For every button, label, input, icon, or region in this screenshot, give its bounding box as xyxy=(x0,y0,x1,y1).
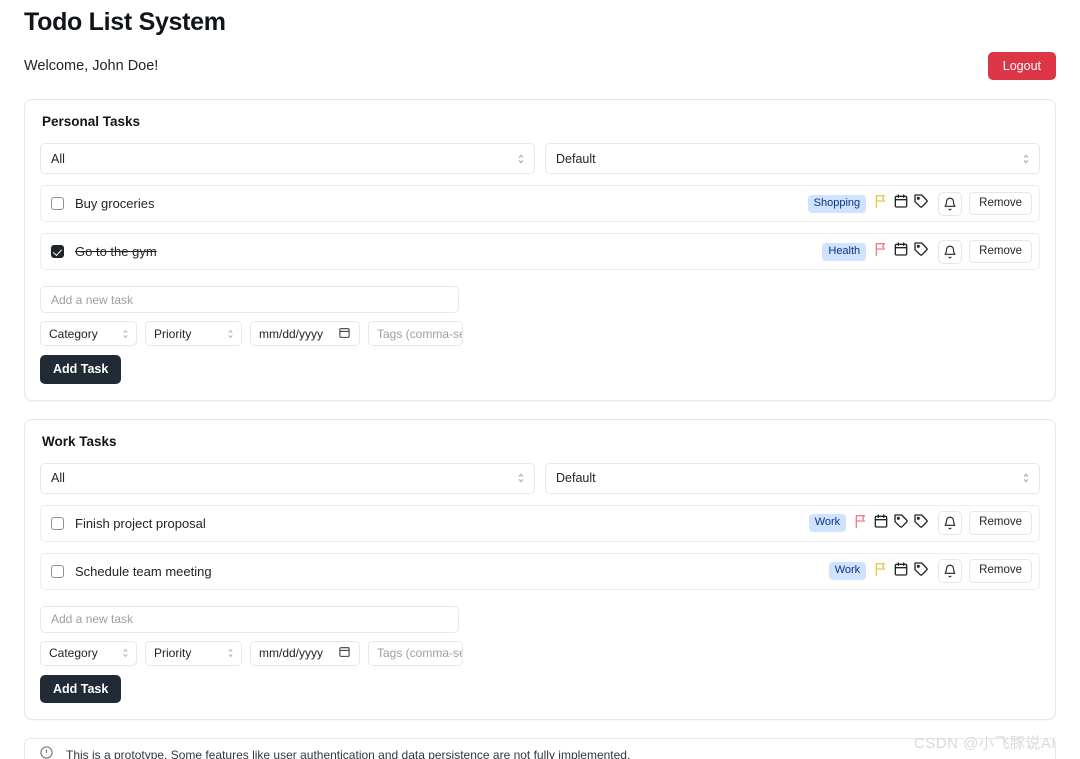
task-label: Go to the gym xyxy=(75,244,157,259)
prototype-notice: This is a prototype. Some features like … xyxy=(24,738,1056,759)
priority-select[interactable]: Priority xyxy=(145,321,242,346)
calendar-icon[interactable] xyxy=(338,645,351,661)
remove-task-button[interactable]: Remove xyxy=(969,559,1032,583)
category-badge: Work xyxy=(809,514,846,532)
due-date-input[interactable]: mm/dd/yyyy xyxy=(250,641,360,666)
priority-select[interactable]: Priority xyxy=(145,641,242,666)
reminder-bell-button[interactable] xyxy=(938,511,962,535)
welcome-row: Welcome, John Doe! Logout xyxy=(24,51,1056,81)
category-badge: Work xyxy=(829,562,866,580)
category-badge: Shopping xyxy=(808,195,867,213)
priority-flag-icon xyxy=(873,561,893,582)
category-badge: Health xyxy=(822,243,866,261)
tags-placeholder: Tags (comma-separated) xyxy=(377,327,463,341)
sort-select-value: Default xyxy=(556,152,596,166)
filter-select[interactable]: All xyxy=(40,143,535,174)
tags-placeholder: Tags (comma-separated) xyxy=(377,646,463,660)
filter-select-value: All xyxy=(51,152,65,166)
priority-flag-icon xyxy=(853,513,873,534)
due-date-icon xyxy=(893,241,913,262)
tags-input[interactable]: Tags (comma-separated) xyxy=(368,641,463,666)
section-title: Personal Tasks xyxy=(42,114,1040,129)
category-select[interactable]: Category xyxy=(40,321,137,346)
due-date-icon xyxy=(893,193,913,214)
task-checkbox[interactable] xyxy=(51,517,64,530)
category-select[interactable]: Category xyxy=(40,641,137,666)
remove-task-button[interactable]: Remove xyxy=(969,240,1032,264)
due-date-placeholder: mm/dd/yyyy xyxy=(259,327,323,341)
task-meta-row: Category Priority mm/dd/yyyy Tags (comma-se… xyxy=(40,321,1040,346)
sort-select[interactable]: Default xyxy=(545,143,1040,174)
task-label: Buy groceries xyxy=(75,196,154,211)
due-date-placeholder: mm/dd/yyyy xyxy=(259,646,323,660)
task-label: Finish project proposal xyxy=(75,516,206,531)
tag-icons xyxy=(893,513,933,534)
task-row[interactable]: Buy groceries Shopping Remove xyxy=(40,185,1040,222)
tags-input[interactable]: Tags (comma-separated) xyxy=(368,321,463,346)
due-date-icon xyxy=(893,561,913,582)
new-task-input[interactable] xyxy=(40,286,459,313)
sort-select-value: Default xyxy=(556,471,596,485)
add-task-button[interactable]: Add Task xyxy=(40,675,121,704)
add-task-form: Category Priority mm/dd/yyyy Tags (comma-se… xyxy=(40,286,1040,384)
add-task-form: Category Priority mm/dd/yyyy Tags (comma-se… xyxy=(40,606,1040,704)
filter-sort-row: All Default xyxy=(40,463,1040,494)
reminder-bell-button[interactable] xyxy=(938,192,962,216)
new-task-input[interactable] xyxy=(40,606,459,633)
app-root: Todo List System Welcome, John Doe! Logo… xyxy=(0,0,1080,759)
task-checkbox[interactable] xyxy=(51,245,64,258)
filter-select[interactable]: All xyxy=(40,463,535,494)
calendar-icon[interactable] xyxy=(338,326,351,342)
tag-icons xyxy=(913,193,933,214)
task-row[interactable]: Go to the gym Health Remove xyxy=(40,233,1040,270)
remove-task-button[interactable]: Remove xyxy=(969,192,1032,216)
due-date-input[interactable]: mm/dd/yyyy xyxy=(250,321,360,346)
filter-sort-row: All Default xyxy=(40,143,1040,174)
add-task-button[interactable]: Add Task xyxy=(40,355,121,384)
task-checkbox[interactable] xyxy=(51,197,64,210)
category-select-value: Category xyxy=(49,646,98,660)
task-label: Schedule team meeting xyxy=(75,564,212,579)
reminder-bell-button[interactable] xyxy=(938,559,962,583)
page-title: Todo List System xyxy=(24,0,1056,37)
info-icon xyxy=(39,745,54,759)
priority-select-value: Priority xyxy=(154,646,191,660)
task-row[interactable]: Schedule team meeting Work Remove xyxy=(40,553,1040,590)
sort-select[interactable]: Default xyxy=(545,463,1040,494)
task-meta-row: Category Priority mm/dd/yyyy Tags (comma-se… xyxy=(40,641,1040,666)
priority-flag-icon xyxy=(873,193,893,214)
tag-icons xyxy=(913,561,933,582)
category-select-value: Category xyxy=(49,327,98,341)
prototype-notice-text: This is a prototype. Some features like … xyxy=(66,748,630,759)
task-section-card: Work Tasks All Default Finish project propo… xyxy=(24,419,1056,721)
sections-container: Personal Tasks All Default Buy groceries Sho… xyxy=(24,99,1056,720)
tag-icons xyxy=(913,241,933,262)
filter-select-value: All xyxy=(51,471,65,485)
remove-task-button[interactable]: Remove xyxy=(969,511,1032,535)
task-section-card: Personal Tasks All Default Buy groceries Sho… xyxy=(24,99,1056,401)
welcome-message: Welcome, John Doe! xyxy=(24,58,158,74)
section-title: Work Tasks xyxy=(42,434,1040,449)
task-checkbox[interactable] xyxy=(51,565,64,578)
priority-select-value: Priority xyxy=(154,327,191,341)
task-row[interactable]: Finish project proposal Work Remove xyxy=(40,505,1040,542)
logout-button[interactable]: Logout xyxy=(988,52,1056,81)
priority-flag-icon xyxy=(873,241,893,262)
reminder-bell-button[interactable] xyxy=(938,240,962,264)
due-date-icon xyxy=(873,513,893,534)
